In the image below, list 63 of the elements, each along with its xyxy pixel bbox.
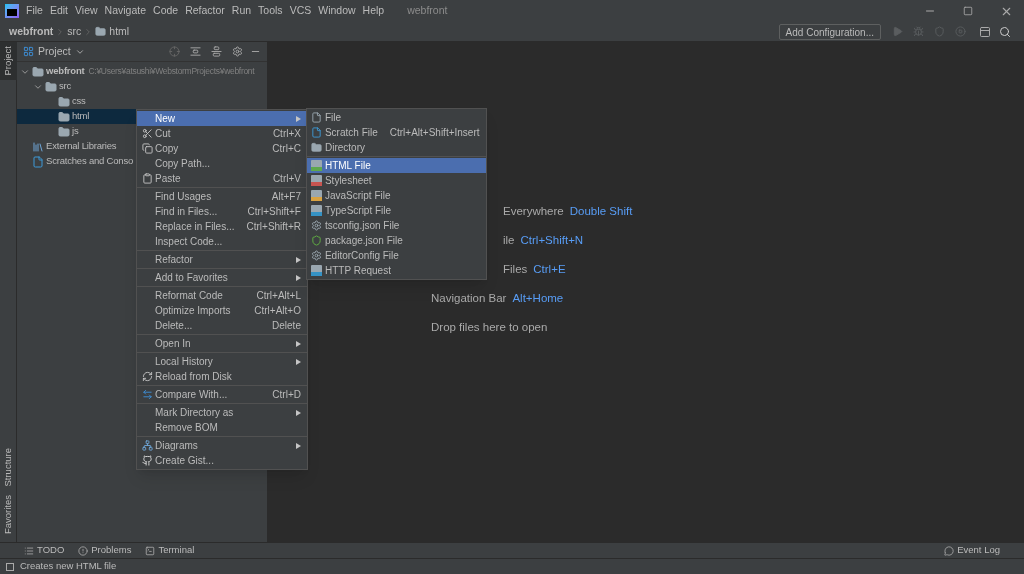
hint-label: Drop files here to open bbox=[431, 319, 548, 335]
menu-item-label: Find in Files... bbox=[155, 205, 219, 219]
menu-item-label: package.json File bbox=[324, 234, 404, 248]
menu-item-label: Local History bbox=[155, 355, 214, 369]
menu-item-label: EditorConfig File bbox=[324, 249, 400, 263]
menu-item-label: Copy Path... bbox=[155, 157, 212, 171]
tree-item-label: External Libraries bbox=[46, 139, 117, 154]
shortcut-label: Ctrl+Alt+L bbox=[256, 289, 301, 303]
menu-item-label: Remove BOM bbox=[155, 421, 219, 435]
shortcut-label: Ctrl+X bbox=[272, 127, 301, 141]
menu-item-label: Reformat Code bbox=[155, 289, 224, 303]
menu-item-label: Optimize Imports bbox=[155, 304, 232, 318]
menu-item-label: JavaScript File bbox=[324, 189, 392, 203]
menu-item-label: New bbox=[155, 112, 176, 126]
menu-item-label: Copy bbox=[155, 142, 180, 156]
menu-item-label: Directory bbox=[324, 141, 366, 155]
shortcut-label: Delete bbox=[272, 319, 301, 333]
shortcut-label: Ctrl+Shift+N bbox=[520, 232, 584, 248]
shortcut-label: Alt+F7 bbox=[271, 190, 301, 204]
hint-label: Files bbox=[503, 261, 528, 277]
menu-item-label: Find Usages bbox=[155, 190, 213, 204]
tree-item-label: webfront bbox=[46, 64, 85, 79]
menu-item-label: tsconfig.json File bbox=[324, 219, 401, 233]
window-title: webfront bbox=[407, 3, 448, 19]
menu-item-label: Diagrams bbox=[155, 439, 199, 453]
menu-item-label: Scratch File bbox=[324, 126, 378, 140]
menu-item-label: File bbox=[324, 111, 343, 125]
hint-label: ile bbox=[503, 232, 515, 248]
menu-item-label: Stylesheet bbox=[324, 174, 373, 188]
hint-label: Navigation Bar bbox=[431, 290, 507, 306]
shortcut-label: Ctrl+Shift+R bbox=[246, 220, 301, 234]
status-text: Creates new HTML file bbox=[20, 559, 117, 574]
path-label: C:¥Users¥atsushi¥WebstormProjects¥webfront bbox=[88, 65, 255, 78]
menu-item-label: TypeScript File bbox=[324, 204, 393, 218]
menu-item-label: Compare With... bbox=[155, 388, 229, 402]
tree-item-label: Scratches and Conso bbox=[46, 154, 134, 169]
menu-item-label: Create Gist... bbox=[155, 454, 215, 468]
menu-item-label: Delete... bbox=[155, 319, 194, 333]
menu-item-label: Reload from Disk bbox=[155, 370, 233, 384]
tree-item-label: html bbox=[72, 109, 90, 124]
shortcut-label: Ctrl+V bbox=[272, 172, 301, 186]
menu-item-label: Inspect Code... bbox=[155, 235, 224, 249]
shortcut-label: Alt+Home bbox=[512, 290, 564, 306]
menu-item-label: Replace in Files... bbox=[155, 220, 235, 234]
tree-item-label: js bbox=[72, 124, 79, 139]
menu-item-label: HTTP Request bbox=[324, 264, 392, 278]
menu-item-label: Mark Directory as bbox=[155, 406, 235, 420]
shortcut-label: Ctrl+Alt+Shift+Insert bbox=[389, 126, 480, 140]
tree-item-label: css bbox=[72, 94, 86, 109]
shortcut-label: Double Shift bbox=[569, 203, 633, 219]
menu-item-label: Refactor bbox=[155, 253, 194, 267]
menu-item-label: Open In bbox=[155, 337, 192, 351]
menu-item-label: Cut bbox=[155, 127, 172, 141]
menu-item-label: HTML File bbox=[324, 159, 372, 173]
menu-item-label: Paste bbox=[155, 172, 182, 186]
shortcut-label: Ctrl+E bbox=[533, 261, 566, 277]
menu-item-label: Add to Favorites bbox=[155, 271, 229, 285]
shortcut-label: Ctrl+Alt+O bbox=[254, 304, 301, 318]
hint-label: Everywhere bbox=[503, 203, 564, 219]
shortcut-label: Ctrl+C bbox=[272, 142, 301, 156]
shortcut-label: Ctrl+Shift+F bbox=[247, 205, 301, 219]
shortcut-label: Ctrl+D bbox=[272, 388, 301, 402]
tree-item-label: src bbox=[59, 79, 72, 94]
